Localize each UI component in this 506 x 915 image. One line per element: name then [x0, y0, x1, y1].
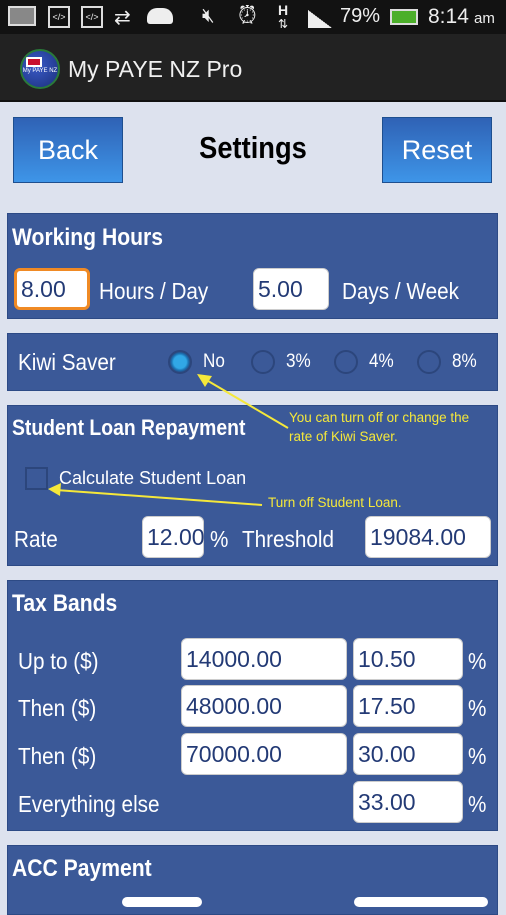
tax-band-rate-input[interactable]: 33.00 — [353, 781, 463, 823]
tax-band-label: Up to ($) — [18, 648, 99, 674]
threshold-label: Threshold — [242, 526, 335, 552]
status-bar: </> </> ⇄ 🔇︎ ⏰︎ H ⇅ 79% 8:14 am — [0, 0, 506, 34]
android-icon — [147, 8, 173, 24]
annotation-text: You can turn off or change the — [289, 410, 470, 425]
days-per-week-label: Days / Week — [342, 278, 459, 304]
calculate-student-loan-checkbox[interactable] — [25, 467, 48, 490]
gallery-notification-icon — [8, 6, 36, 26]
kiwi-option-label: 8% — [452, 351, 477, 372]
percent-label: % — [468, 791, 487, 817]
tax-bands-title: Tax Bands — [12, 590, 118, 617]
hours-per-day-input[interactable]: 8.00 — [14, 268, 90, 310]
code-notification-icon: </> — [48, 6, 70, 28]
acc-input[interactable] — [122, 897, 202, 907]
kiwi-radio-8[interactable] — [417, 350, 441, 374]
mute-icon: 🔇︎ — [202, 5, 215, 27]
annotation-text: rate of Kiwi Saver. — [289, 429, 398, 444]
percent-label: % — [468, 648, 487, 674]
acc-payment-title: ACC Payment — [12, 855, 152, 882]
student-loan-title: Student Loan Repayment — [12, 415, 246, 440]
kiwi-saver-label: Kiwi Saver — [18, 349, 116, 375]
tax-band-label: Everything else — [18, 791, 160, 817]
kiwi-option-label: 4% — [369, 351, 394, 372]
days-per-week-input[interactable]: 5.00 — [253, 268, 329, 310]
clock: 8:14 — [428, 5, 469, 28]
kiwi-annotation: You can turn off or change the rate of Ki… — [289, 408, 469, 446]
logo-text: My PAYE NZ — [22, 68, 58, 74]
kiwi-option-label: 3% — [286, 351, 311, 372]
loan-rate-input[interactable]: 12.00 — [142, 516, 205, 558]
hspa-icon: H — [278, 2, 289, 18]
kiwi-radio-3[interactable] — [251, 350, 275, 374]
working-hours-title: Working Hours — [12, 224, 163, 251]
signal-icon — [308, 10, 332, 28]
percent-label: % — [210, 526, 229, 552]
battery-percent: 79% — [340, 5, 381, 27]
kiwi-radio-4[interactable] — [334, 350, 358, 374]
sync-icon: ⇄ — [114, 7, 131, 29]
loan-annotation: Turn off Student Loan. — [268, 495, 402, 510]
reset-button[interactable]: Reset — [382, 117, 492, 183]
tax-band-label: Then ($) — [18, 743, 97, 769]
alarm-icon: ⏰︎ — [238, 2, 257, 29]
tax-band-label: Then ($) — [18, 695, 97, 721]
battery-charging-icon — [390, 9, 418, 25]
hours-per-day-label: Hours / Day — [99, 278, 209, 304]
app-logo[interactable]: My PAYE NZ — [20, 49, 60, 89]
code-notification-icon: </> — [81, 6, 103, 28]
app-title: My PAYE NZ Pro — [68, 56, 243, 82]
tax-band-amount-input[interactable]: 48000.00 — [181, 685, 347, 727]
calculate-student-loan-label: Calculate Student Loan — [59, 468, 247, 488]
percent-label: % — [468, 695, 487, 721]
data-arrows-icon: ⇅ — [278, 17, 289, 31]
back-button[interactable]: Back — [13, 117, 123, 183]
kiwi-radio-no[interactable] — [168, 350, 192, 374]
tax-band-amount-input[interactable]: 14000.00 — [181, 638, 347, 680]
kiwi-option-label: No — [203, 351, 225, 372]
tax-band-rate-input[interactable]: 17.50 — [353, 685, 463, 727]
page-title: Settings — [199, 130, 307, 165]
tax-band-rate-input[interactable]: 30.00 — [353, 733, 463, 775]
percent-label: % — [468, 743, 487, 769]
clock-ampm: am — [474, 10, 495, 27]
acc-input[interactable] — [354, 897, 488, 907]
tax-band-rate-input[interactable]: 10.50 — [353, 638, 463, 680]
rate-label: Rate — [14, 526, 58, 552]
threshold-input[interactable]: 19084.00 — [365, 516, 491, 558]
tax-band-amount-input[interactable]: 70000.00 — [181, 733, 347, 775]
